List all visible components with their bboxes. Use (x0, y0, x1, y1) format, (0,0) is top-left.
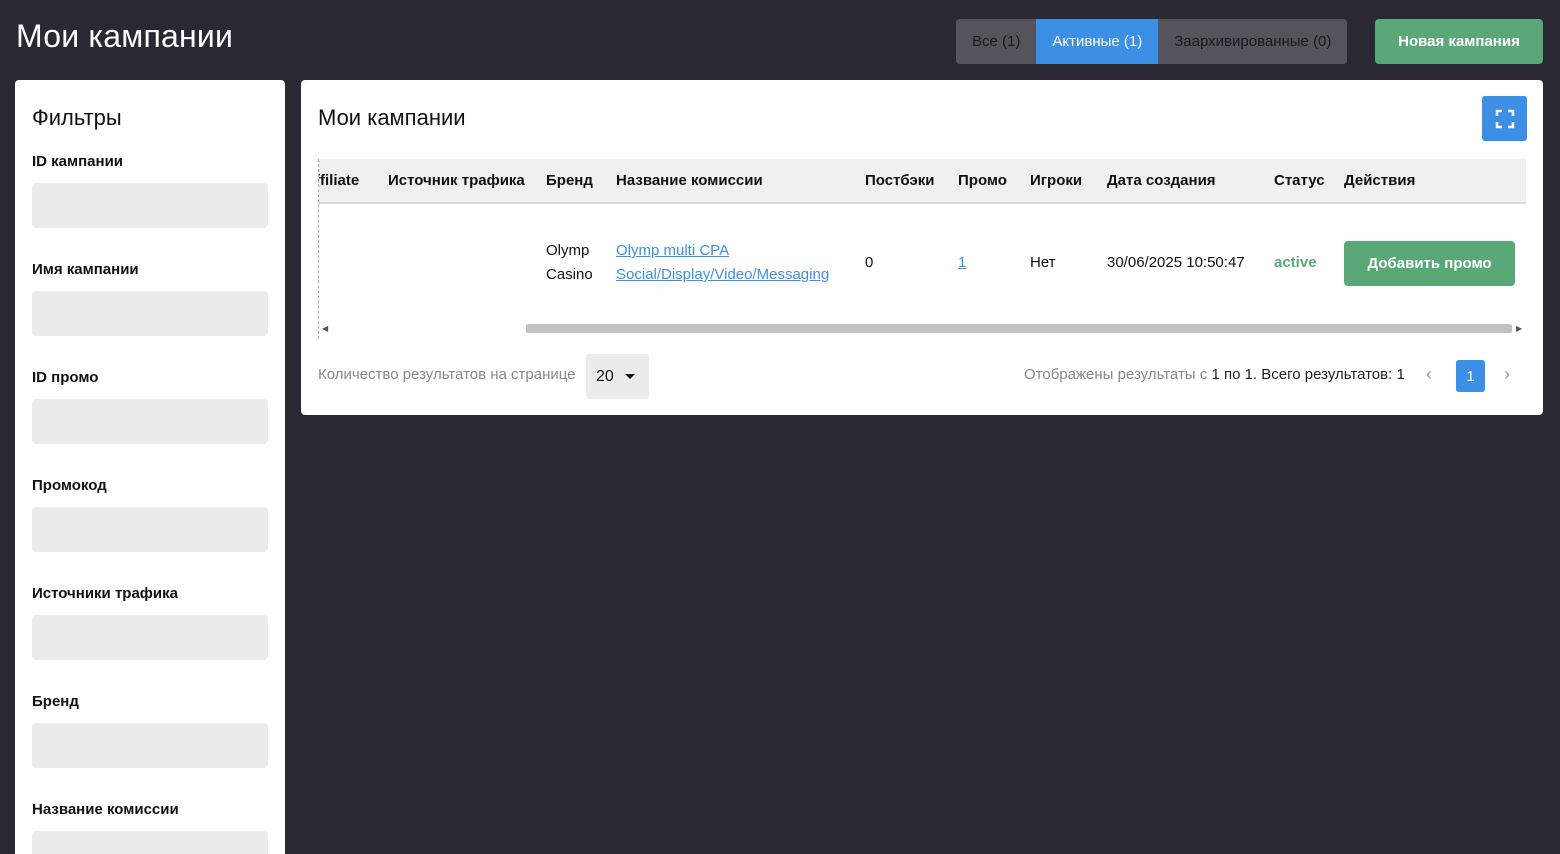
col-affiliate[interactable]: ffiliate (319, 172, 359, 189)
col-status[interactable]: Статус (1274, 172, 1325, 189)
horizontal-scrollbar[interactable]: ◀ ▶ (318, 324, 1526, 334)
filter-label-traffic-sources: Источники трафика (32, 585, 178, 602)
scroll-right-icon[interactable]: ▶ (1516, 324, 1522, 333)
col-players[interactable]: Игроки (1030, 172, 1082, 189)
cell-postbacks: 0 (865, 254, 874, 271)
filter-label-promocode: Промокод (32, 477, 107, 494)
filter-label-promo-id: ID промо (32, 369, 99, 386)
promo-id-input[interactable] (32, 399, 268, 444)
promocode-input[interactable] (32, 507, 268, 552)
tab-all[interactable]: Все (1) (956, 19, 1037, 64)
campaign-name-input[interactable] (32, 291, 268, 336)
prev-page-icon[interactable]: ‹ (1426, 364, 1432, 385)
campaigns-panel: Мои кампании ffiliate Источник трафика Б… (301, 80, 1543, 415)
cell-players: Нет (1030, 254, 1056, 271)
add-promo-button[interactable]: Добавить промо (1344, 241, 1515, 286)
tab-archived[interactable]: Заархивированные (0) (1158, 19, 1348, 64)
page-title: Мои кампании (16, 18, 234, 54)
scroll-left-icon[interactable]: ◀ (322, 324, 328, 333)
filters-title: Фильтры (32, 105, 122, 130)
brand-input[interactable] (32, 723, 268, 768)
panel-title: Мои кампании (318, 105, 466, 130)
page-number-current[interactable]: 1 (1456, 360, 1485, 392)
col-commission-name[interactable]: Название комиссии (616, 172, 763, 189)
next-page-icon[interactable]: › (1504, 364, 1510, 385)
cell-brand-line2: Casino (546, 266, 593, 283)
filter-label-campaign-id: ID кампании (32, 153, 124, 170)
col-promo[interactable]: Промо (958, 172, 1007, 189)
results-summary: Отображены результаты с 1 по 1. Всего ре… (1024, 366, 1405, 383)
new-campaign-button[interactable]: Новая кампания (1375, 19, 1543, 64)
per-page-select[interactable]: 20 (586, 354, 649, 399)
status-badge: active (1274, 254, 1317, 271)
col-actions: Действия (1344, 172, 1416, 189)
filter-label-commission-name: Название комиссии (32, 801, 179, 818)
campaign-id-input[interactable] (32, 183, 268, 228)
promo-count-link[interactable]: 1 (958, 251, 966, 275)
campaign-filter-tabs: Все (1) Активные (1) Заархивированные (0… (956, 19, 1348, 64)
table-header: ffiliate Источник трафика Бренд Название… (319, 159, 1526, 204)
cell-brand-line1: Olymp (546, 242, 590, 259)
fullscreen-icon (1495, 109, 1514, 128)
fullscreen-button[interactable] (1482, 96, 1527, 141)
filter-label-campaign-name: Имя кампании (32, 261, 139, 278)
per-page-label: Количество результатов на странице (318, 366, 576, 383)
commission-name-input[interactable] (32, 831, 268, 854)
traffic-sources-input[interactable] (32, 615, 268, 660)
commission-link-line2[interactable]: Social/Display/Video/Messaging (616, 263, 829, 287)
commission-link-line1[interactable]: Olymp multi CPA (616, 239, 729, 263)
caret-down-icon (625, 374, 635, 379)
cell-created-date: 30/06/2025 10:50:47 (1107, 254, 1245, 271)
scroll-thumb[interactable] (526, 324, 1512, 333)
results-prefix: Отображены результаты с (1024, 366, 1208, 383)
campaigns-table: ffiliate Источник трафика Бренд Название… (318, 159, 1526, 339)
col-traffic-source[interactable]: Источник трафика (388, 172, 525, 189)
col-created[interactable]: Дата создания (1107, 172, 1216, 189)
col-brand[interactable]: Бренд (546, 172, 593, 189)
per-page-value: 20 (596, 367, 614, 385)
filter-label-brand: Бренд (32, 693, 79, 710)
col-postbacks[interactable]: Постбэки (865, 172, 935, 189)
tab-active[interactable]: Активные (1) (1036, 19, 1159, 64)
filters-panel: Фильтры ID кампании Имя кампании ID пром… (15, 80, 285, 854)
results-range: 1 по 1. Всего результатов: 1 (1211, 366, 1405, 383)
